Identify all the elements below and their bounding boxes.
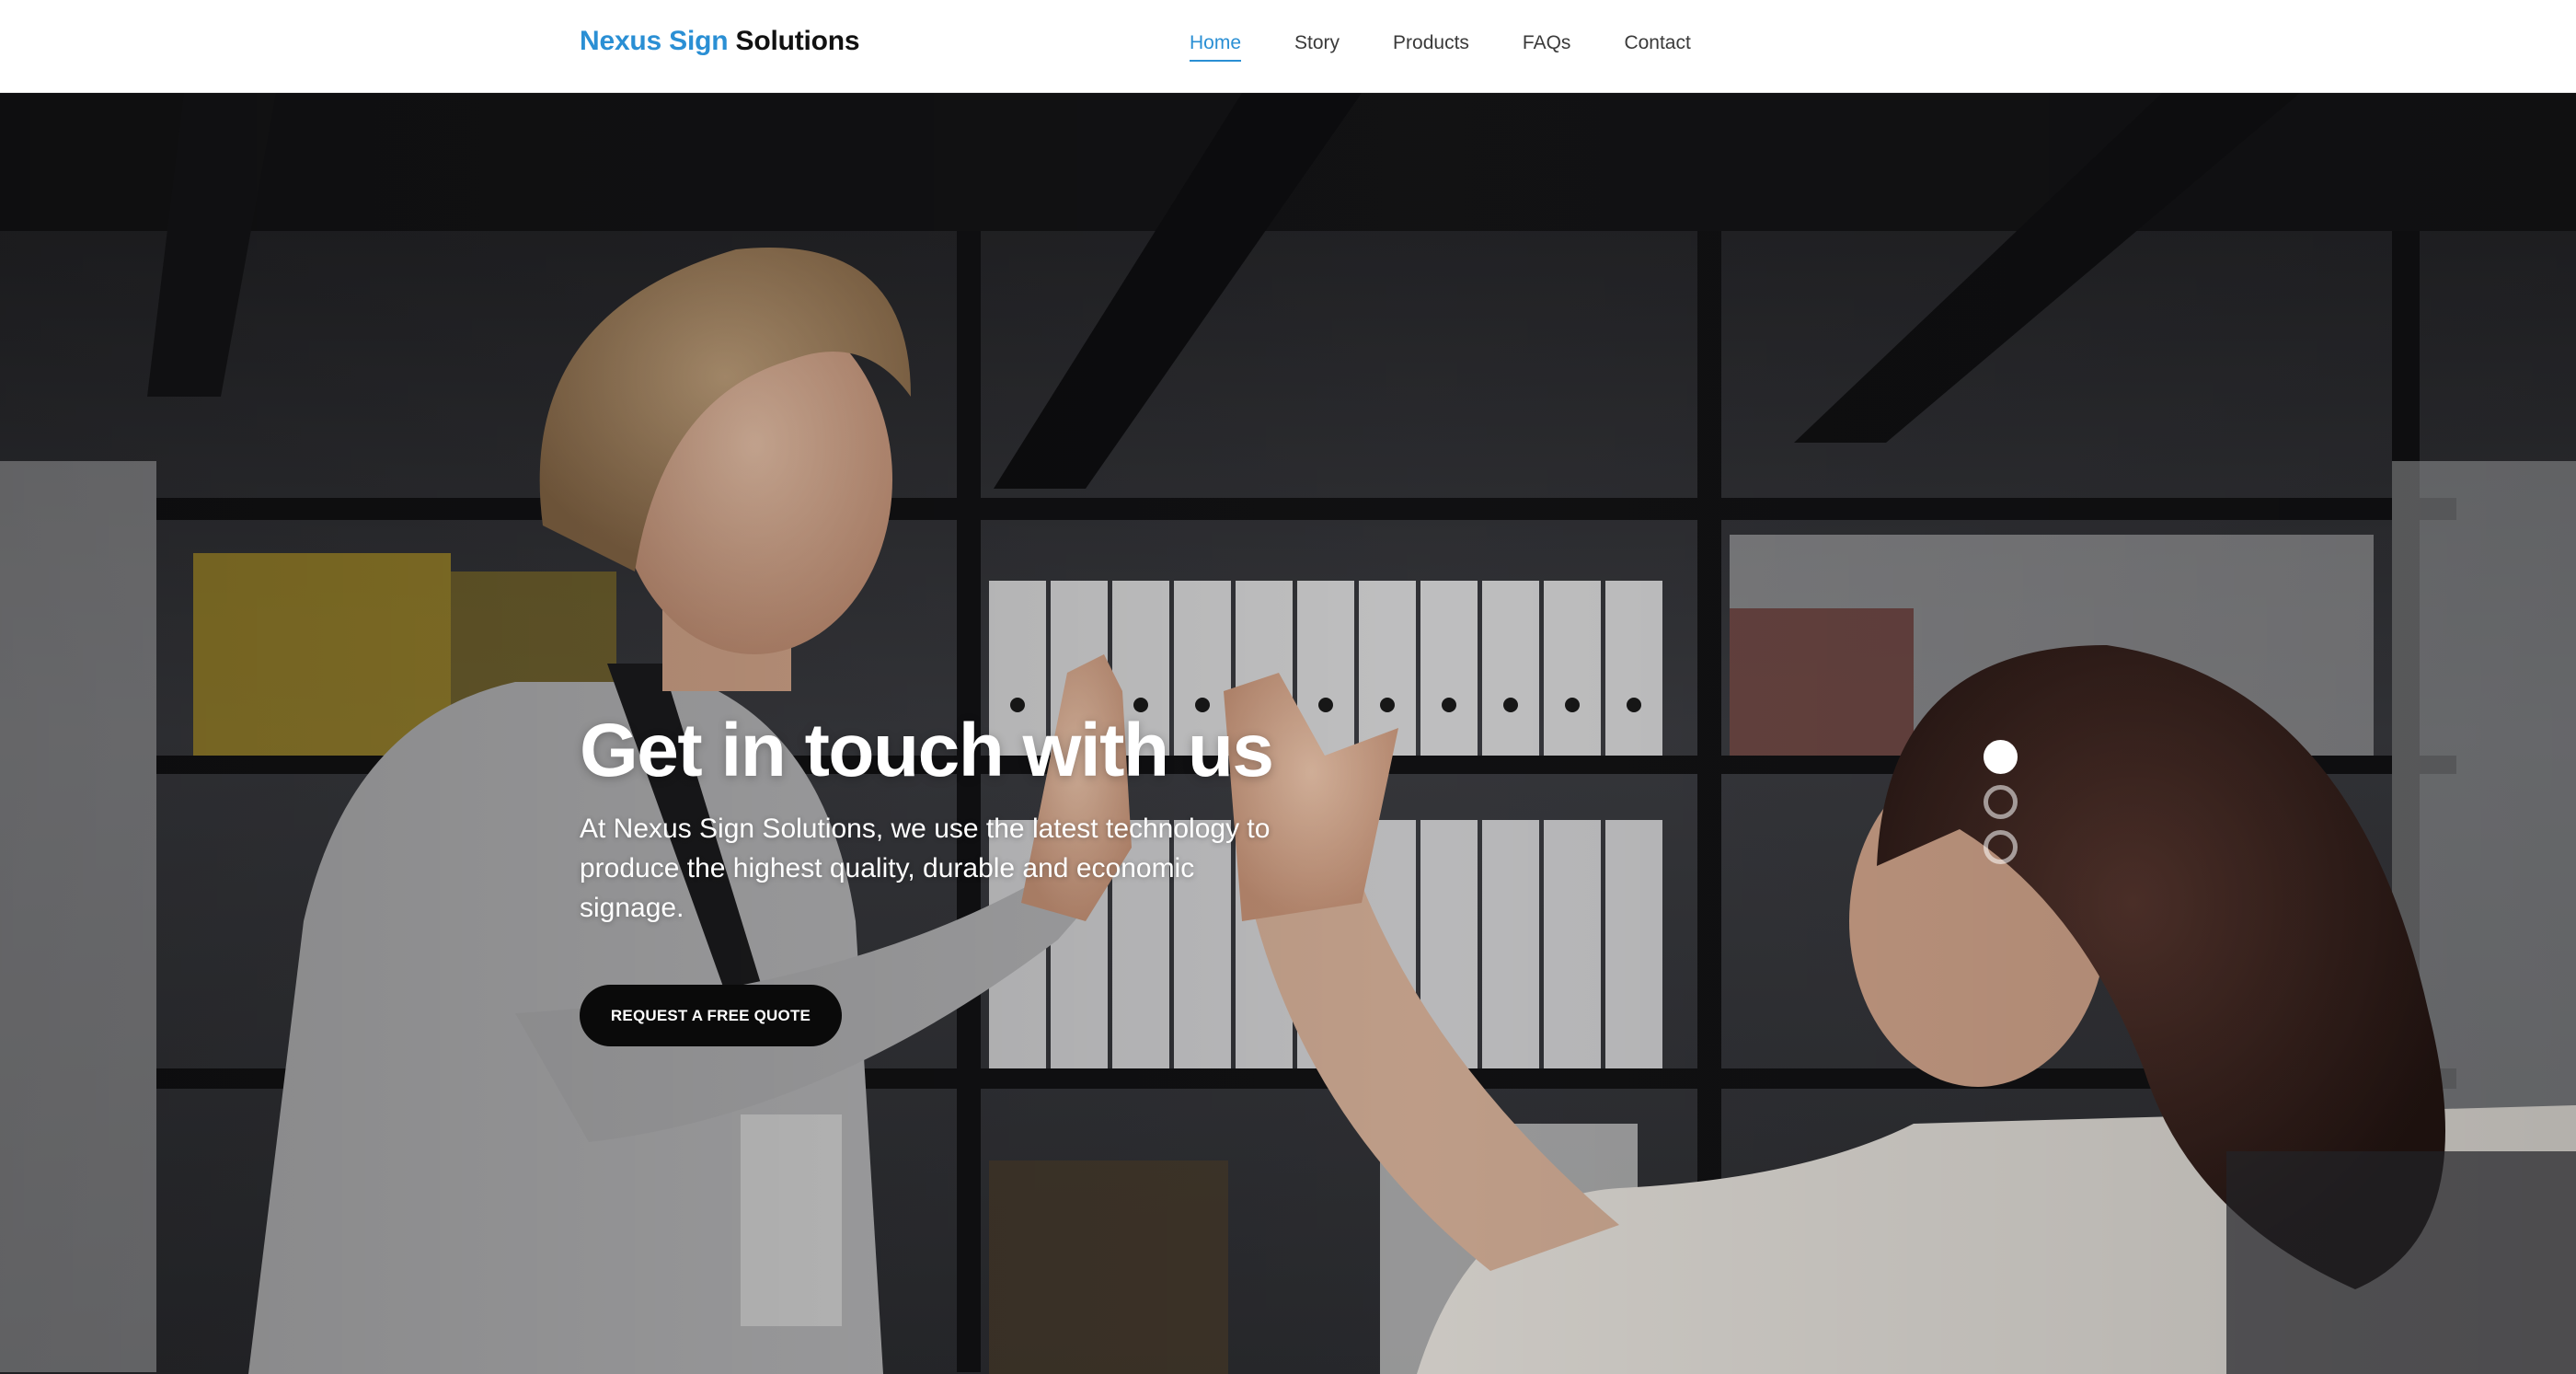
brand-logo[interactable]: Nexus Sign Solutions bbox=[580, 26, 860, 57]
hero-title: Get in touch with us bbox=[580, 709, 1274, 792]
nav-item-home[interactable]: Home bbox=[1190, 32, 1242, 62]
nav-item-contact[interactable]: Contact bbox=[1624, 32, 1690, 62]
nav-item-story[interactable]: Story bbox=[1294, 32, 1340, 62]
slider-dot-3[interactable] bbox=[1984, 830, 2018, 864]
nav-item-faqs[interactable]: FAQs bbox=[1523, 32, 1571, 62]
brand-name-rest: Solutions bbox=[735, 26, 860, 56]
slider-dot-2[interactable] bbox=[1984, 785, 2018, 819]
slider-pagination bbox=[1984, 740, 2018, 864]
hero-description: At Nexus Sign Solutions, we use the late… bbox=[580, 814, 1271, 924]
slider-dot-1[interactable] bbox=[1984, 740, 2018, 774]
hero-section: Get in touch with us At Nexus Sign Solut… bbox=[0, 93, 2576, 1374]
hero-content: Get in touch with us At Nexus Sign Solut… bbox=[580, 709, 1408, 1047]
brand-name-accent: Nexus Sign bbox=[580, 26, 729, 56]
request-quote-button[interactable]: REQUEST A FREE QUOTE bbox=[580, 985, 842, 1047]
site-header: Nexus Sign Solutions Home Story Products… bbox=[0, 0, 2576, 93]
main-nav: Home Story Products FAQs Contact bbox=[1190, 32, 1691, 62]
nav-item-products[interactable]: Products bbox=[1393, 32, 1469, 62]
